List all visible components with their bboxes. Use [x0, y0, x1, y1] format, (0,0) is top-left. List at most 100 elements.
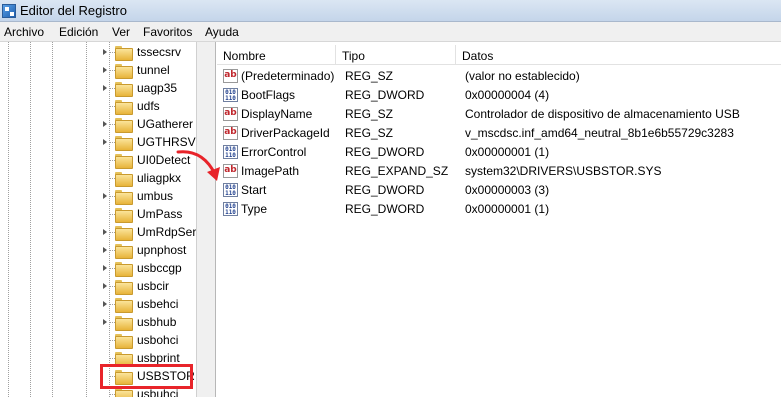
value-data: 0x00000004 (4): [465, 88, 550, 102]
tree-item-label: umbus: [137, 189, 174, 203]
binary-value-icon: 010 110: [223, 88, 238, 102]
menu-favoritos[interactable]: Favoritos: [143, 25, 192, 39]
folder-icon: [115, 172, 133, 187]
tree-item[interactable]: usbccgp: [0, 259, 196, 277]
binary-value-icon: 010 110: [223, 145, 238, 159]
tree-item[interactable]: tssecsrv: [0, 43, 196, 61]
tree-item-label: usbprint: [137, 351, 180, 365]
value-name: Type: [241, 202, 268, 216]
registry-value-row[interactable]: ab (Predeterminado) REG_SZ (valor no establ…: [217, 67, 781, 86]
value-type: REG_SZ: [345, 126, 394, 140]
expand-arrow-icon[interactable]: [103, 49, 107, 55]
folder-icon: [115, 208, 133, 223]
folder-icon: [115, 64, 133, 79]
tree-item[interactable]: usbehci: [0, 295, 196, 313]
folder-icon: [115, 190, 133, 205]
tree-item[interactable]: UI0Detect: [0, 151, 196, 169]
column-header-type[interactable]: Tipo: [336, 45, 456, 65]
red-annotation-arrow: [176, 150, 220, 181]
tree-item[interactable]: upnphost: [0, 241, 196, 259]
folder-icon: [115, 298, 133, 313]
tree-item[interactable]: uliagpkx: [0, 169, 196, 187]
tree-item[interactable]: udfs: [0, 97, 196, 115]
value-name: ImagePath: [241, 164, 300, 178]
value-data: (valor no establecido): [465, 69, 580, 83]
folder-icon: [115, 334, 133, 349]
registry-tree-pane[interactable]: tssecsrv tunnel uagp35 udfs UGatherer UGTHRSV…: [0, 42, 196, 397]
tree-item[interactable]: UGTHRSVC: [0, 133, 196, 151]
folder-icon: [115, 388, 133, 397]
string-value-icon: ab: [223, 164, 238, 178]
value-type: REG_DWORD: [345, 202, 425, 216]
tree-item[interactable]: uagp35: [0, 79, 196, 97]
folder-icon: [115, 118, 133, 133]
pane-splitter[interactable]: [196, 42, 216, 397]
tree-item-label: UGTHRSVC: [137, 135, 196, 149]
value-name: BootFlags: [241, 88, 296, 102]
tree-item-label: upnphost: [137, 243, 187, 257]
binary-value-icon: 010 110: [223, 202, 238, 216]
value-data: v_mscdsc.inf_amd64_neutral_8b1e6b55729c3…: [465, 126, 734, 140]
folder-icon: [115, 244, 133, 259]
folder-icon: [115, 100, 133, 115]
tree-item-label: usbcir: [137, 279, 170, 293]
registry-value-row[interactable]: 010 110 Type REG_DWORD 0x00000001 (1): [217, 200, 781, 219]
tree-item[interactable]: usbohci: [0, 331, 196, 349]
tree-item[interactable]: tunnel: [0, 61, 196, 79]
column-header-name[interactable]: Nombre: [217, 45, 336, 65]
tree-item-label: tssecsrv: [137, 45, 182, 59]
tree-item-label: usbccgp: [137, 261, 182, 275]
menu-archivo[interactable]: Archivo: [4, 25, 44, 39]
folder-icon: [115, 280, 133, 295]
expand-arrow-icon[interactable]: [103, 229, 107, 235]
expand-arrow-icon[interactable]: [103, 247, 107, 253]
window-title: Editor del Registro: [20, 3, 127, 18]
registry-value-row[interactable]: 010 110 ErrorControl REG_DWORD 0x00000001 (1…: [217, 143, 781, 162]
expand-arrow-icon[interactable]: [103, 319, 107, 325]
folder-icon: [115, 154, 133, 169]
string-value-icon: ab: [223, 69, 238, 83]
value-type: REG_SZ: [345, 69, 394, 83]
expand-arrow-icon[interactable]: [103, 301, 107, 307]
menu-ver[interactable]: Ver: [112, 25, 130, 39]
tree-item-label: tunnel: [137, 63, 170, 77]
value-data: 0x00000001 (1): [465, 145, 550, 159]
value-name: DriverPackageId: [241, 126, 330, 140]
tree-item[interactable]: UGatherer: [0, 115, 196, 133]
value-name: ErrorControl: [241, 145, 307, 159]
value-type: REG_DWORD: [345, 145, 425, 159]
tree-item[interactable]: UmRdpSer: [0, 223, 196, 241]
registry-value-row[interactable]: ab DisplayName REG_SZ Controlador de dispos…: [217, 105, 781, 124]
tree-item[interactable]: umbus: [0, 187, 196, 205]
tree-item[interactable]: usbcir: [0, 277, 196, 295]
registry-value-row[interactable]: ab DriverPackageId REG_SZ v_mscdsc.inf_amd6…: [217, 124, 781, 143]
menu-ayuda[interactable]: Ayuda: [205, 25, 239, 39]
binary-value-icon: 010 110: [223, 183, 238, 197]
tree-item[interactable]: UmPass: [0, 205, 196, 223]
expand-arrow-icon[interactable]: [103, 67, 107, 73]
expand-arrow-icon[interactable]: [103, 283, 107, 289]
registry-value-row[interactable]: ab ImagePath REG_EXPAND_SZ system32\DRIVERS…: [217, 162, 781, 181]
value-type: REG_EXPAND_SZ: [345, 164, 449, 178]
value-type: REG_DWORD: [345, 183, 425, 197]
registry-value-row[interactable]: 010 110 Start REG_DWORD 0x00000003 (3): [217, 181, 781, 200]
tree-item-label: UmRdpSer: [137, 225, 196, 239]
string-value-icon: ab: [223, 126, 238, 140]
value-data: Controlador de dispositivo de almacenami…: [465, 107, 740, 121]
title-bar: Editor del Registro: [0, 0, 781, 22]
value-type: REG_SZ: [345, 107, 394, 121]
expand-arrow-icon[interactable]: [103, 121, 107, 127]
column-header-data[interactable]: Datos: [456, 45, 781, 65]
value-data: system32\DRIVERS\USBSTOR.SYS: [465, 164, 662, 178]
expand-arrow-icon[interactable]: [103, 139, 107, 145]
tree-item-label: UGatherer: [137, 117, 194, 131]
expand-arrow-icon[interactable]: [103, 265, 107, 271]
expand-arrow-icon[interactable]: [103, 85, 107, 91]
folder-icon: [115, 262, 133, 277]
menu-edicion[interactable]: Edición: [59, 25, 98, 39]
values-header: Nombre Tipo Datos: [217, 45, 781, 65]
registry-value-row[interactable]: 010 110 BootFlags REG_DWORD 0x00000004 (4): [217, 86, 781, 105]
value-name: (Predeterminado): [241, 69, 335, 83]
tree-item[interactable]: usbhub: [0, 313, 196, 331]
expand-arrow-icon[interactable]: [103, 193, 107, 199]
